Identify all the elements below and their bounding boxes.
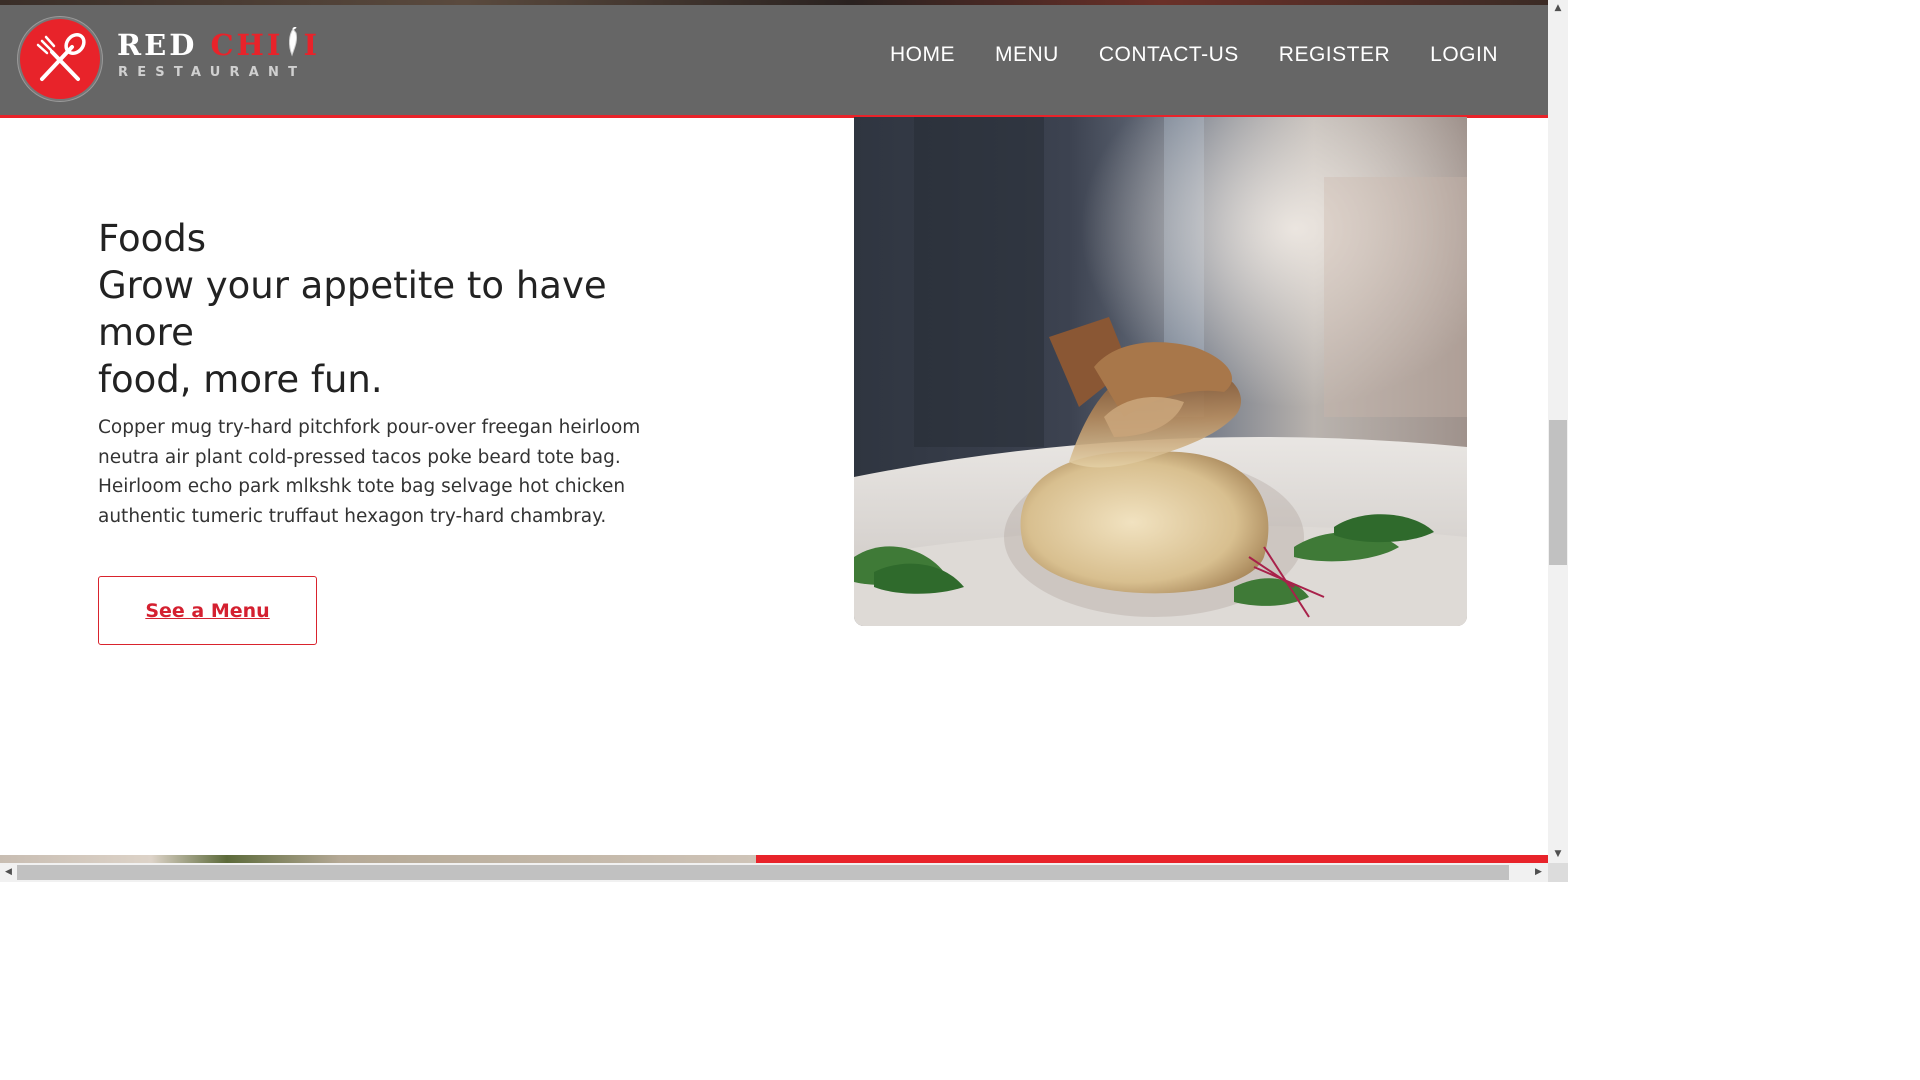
hero-section: Foods Grow your appetite to have more fo… xyxy=(98,215,698,531)
brand-tagline: RESTAURANT xyxy=(118,65,307,80)
horizontal-scroll-thumb[interactable] xyxy=(17,865,1509,880)
scroll-up-icon[interactable]: ▲ xyxy=(1548,0,1568,17)
nav-item-register[interactable]: REGISTER xyxy=(1279,43,1390,67)
hero-title: Foods Grow your appetite to have more fo… xyxy=(98,215,698,403)
nav-item-login[interactable]: LOGIN xyxy=(1430,43,1498,67)
navbar: RED CHI I RESTAURANT HOME MENU CONTACT-US… xyxy=(0,5,1548,118)
brand-logo[interactable]: RED CHI I RESTAURANT xyxy=(20,19,317,99)
scroll-down-icon[interactable]: ▼ xyxy=(1548,846,1568,863)
food-photo xyxy=(854,117,1467,626)
hero-title-line: more xyxy=(98,311,194,354)
hero-description: Copper mug try-hard pitchfork pour-over … xyxy=(98,417,641,527)
crossed-fork-spoon-icon xyxy=(20,19,100,99)
horizontal-scrollbar[interactable]: ◀ ▶ xyxy=(0,863,1548,882)
scrollbar-corner xyxy=(1548,863,1568,882)
scroll-left-icon[interactable]: ◀ xyxy=(0,863,17,882)
vertical-scrollbar[interactable]: ▲ ▼ xyxy=(1548,0,1568,863)
chili-pepper-icon xyxy=(285,26,303,57)
nav-item-menu[interactable]: MENU xyxy=(995,43,1059,67)
nav-item-contact-us[interactable]: CONTACT-US xyxy=(1099,43,1239,67)
main-nav: HOME MENU CONTACT-US REGISTER LOGIN xyxy=(850,43,1498,67)
next-section-preview xyxy=(0,855,1548,863)
hero-title-line: food, more fun. xyxy=(98,358,383,401)
vertical-scroll-thumb[interactable] xyxy=(1549,420,1567,565)
brand-name: RED CHI I xyxy=(117,26,321,62)
scroll-right-icon[interactable]: ▶ xyxy=(1530,863,1547,882)
see-menu-button[interactable]: See a Menu xyxy=(98,576,317,645)
nav-item-home[interactable]: HOME xyxy=(890,43,955,67)
hero-title-line: Foods xyxy=(98,217,207,260)
hero-title-line: Grow your appetite to have xyxy=(98,264,607,307)
